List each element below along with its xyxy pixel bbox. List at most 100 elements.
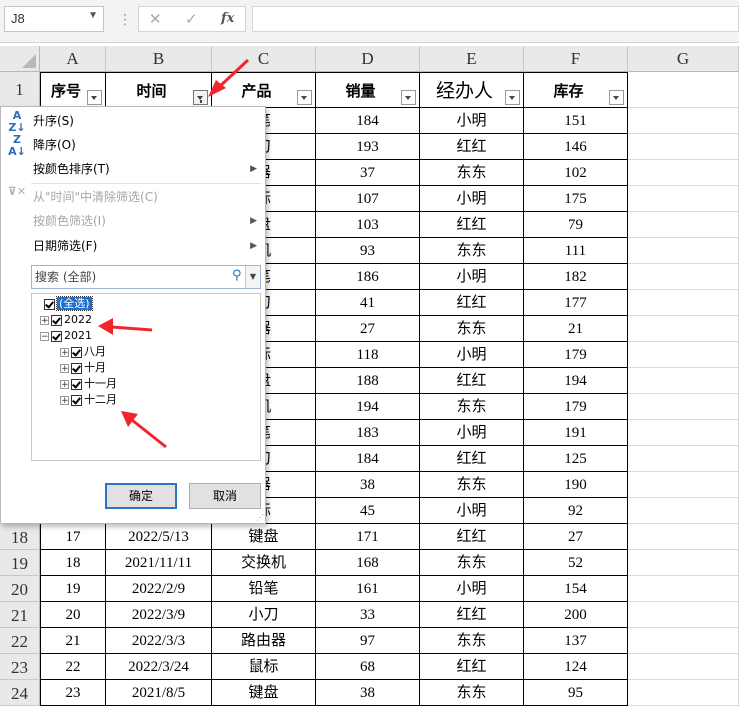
- grid-cell[interactable]: 177: [524, 290, 628, 316]
- grid-cell[interactable]: 东东: [420, 394, 524, 420]
- grid-cell[interactable]: 183: [316, 420, 420, 446]
- grid-cell[interactable]: 东东: [420, 472, 524, 498]
- grid-cell[interactable]: [628, 472, 739, 498]
- expand-icon[interactable]: +: [40, 315, 49, 325]
- grid-cell[interactable]: 97: [316, 628, 420, 654]
- grid-cell[interactable]: 184: [316, 446, 420, 472]
- header-cell[interactable]: 产品: [212, 72, 316, 108]
- filter-dropdown-button[interactable]: [297, 90, 312, 105]
- resize-grip-icon[interactable]: ⋰: [256, 513, 264, 522]
- grid-cell[interactable]: 37: [316, 160, 420, 186]
- grid-cell[interactable]: 东东: [420, 628, 524, 654]
- date-filter-item[interactable]: 日期筛选(F) ▶: [1, 234, 265, 258]
- grid-cell[interactable]: 20: [40, 602, 106, 628]
- grid-cell[interactable]: [628, 498, 739, 524]
- grid-cell[interactable]: [628, 238, 739, 264]
- grid-cell[interactable]: 18: [40, 550, 106, 576]
- grid-cell[interactable]: 小明: [420, 108, 524, 134]
- column-header-c[interactable]: C: [212, 46, 316, 72]
- tree-item-select-all[interactable]: (全选): [44, 296, 93, 312]
- grid-cell[interactable]: 137: [524, 628, 628, 654]
- grid-cell[interactable]: 键盘: [212, 680, 316, 706]
- grid-cell[interactable]: 93: [316, 238, 420, 264]
- column-header-b[interactable]: B: [106, 46, 212, 72]
- sort-ascending-item[interactable]: A Z↓ 升序(S): [1, 109, 265, 134]
- grid-cell[interactable]: 小明: [420, 342, 524, 368]
- grid-cell[interactable]: [628, 212, 739, 238]
- expand-icon[interactable]: +: [60, 395, 69, 405]
- grid-cell[interactable]: 179: [524, 394, 628, 420]
- grid-cell[interactable]: [628, 134, 739, 160]
- grid-cell[interactable]: 194: [524, 368, 628, 394]
- row-header[interactable]: 18: [0, 524, 40, 550]
- grid-cell[interactable]: [628, 680, 739, 706]
- grid-cell[interactable]: 52: [524, 550, 628, 576]
- name-box-dropdown-icon[interactable]: ▼: [88, 10, 98, 21]
- grid-cell[interactable]: 键盘: [212, 524, 316, 550]
- ok-button[interactable]: 确定: [105, 483, 177, 509]
- tree-item-month[interactable]: + 十月: [60, 360, 106, 376]
- grid-cell[interactable]: 161: [316, 576, 420, 602]
- header-cell[interactable]: 库存: [524, 72, 628, 108]
- grid-cell[interactable]: 红红: [420, 212, 524, 238]
- grid-cell[interactable]: 102: [524, 160, 628, 186]
- grid-cell[interactable]: 184: [316, 108, 420, 134]
- grid-cell[interactable]: [628, 290, 739, 316]
- grid-cell[interactable]: [628, 394, 739, 420]
- grid-cell[interactable]: 东东: [420, 316, 524, 342]
- grid-cell[interactable]: [628, 186, 739, 212]
- grid-cell[interactable]: 东东: [420, 160, 524, 186]
- grid-cell[interactable]: 41: [316, 290, 420, 316]
- grid-cell[interactable]: 21: [524, 316, 628, 342]
- grid-cell[interactable]: 2022/5/13: [106, 524, 212, 550]
- formula-input[interactable]: [252, 6, 739, 32]
- grid-cell[interactable]: 小明: [420, 420, 524, 446]
- grid-cell[interactable]: 38: [316, 472, 420, 498]
- grid-cell[interactable]: [628, 72, 739, 108]
- filter-dropdown-button[interactable]: [87, 90, 102, 105]
- grid-cell[interactable]: 交换机: [212, 550, 316, 576]
- grid-cell[interactable]: 红红: [420, 446, 524, 472]
- grid-cell[interactable]: 小刀: [212, 602, 316, 628]
- grid-cell[interactable]: [628, 550, 739, 576]
- grid-cell[interactable]: 107: [316, 186, 420, 212]
- grid-cell[interactable]: 125: [524, 446, 628, 472]
- row-header[interactable]: 21: [0, 602, 40, 628]
- filter-dropdown-button[interactable]: [401, 90, 416, 105]
- grid-cell[interactable]: [628, 602, 739, 628]
- grid-cell[interactable]: 175: [524, 186, 628, 212]
- sort-by-color-item[interactable]: 按颜色排序(T) ▶: [1, 157, 265, 181]
- grid-cell[interactable]: 68: [316, 654, 420, 680]
- grid-cell[interactable]: 191: [524, 420, 628, 446]
- grid-cell[interactable]: 179: [524, 342, 628, 368]
- grid-cell[interactable]: 154: [524, 576, 628, 602]
- grid-cell[interactable]: 190: [524, 472, 628, 498]
- grid-cell[interactable]: 小明: [420, 186, 524, 212]
- column-header-e[interactable]: E: [420, 46, 524, 72]
- row-header[interactable]: 24: [0, 680, 40, 706]
- grid-cell[interactable]: [628, 108, 739, 134]
- grid-cell[interactable]: 188: [316, 368, 420, 394]
- grid-cell[interactable]: 2022/3/24: [106, 654, 212, 680]
- grid-cell[interactable]: [628, 628, 739, 654]
- grid-cell[interactable]: 200: [524, 602, 628, 628]
- row-header[interactable]: 19: [0, 550, 40, 576]
- grid-cell[interactable]: 79: [524, 212, 628, 238]
- checkbox-checked-icon[interactable]: [51, 314, 62, 326]
- grid-cell[interactable]: 118: [316, 342, 420, 368]
- grid-cell[interactable]: 2021/8/5: [106, 680, 212, 706]
- tree-item-month[interactable]: + 十二月: [60, 392, 117, 408]
- header-cell[interactable]: 销量: [316, 72, 420, 108]
- grid-cell[interactable]: 171: [316, 524, 420, 550]
- cancel-icon[interactable]: ✕: [149, 10, 162, 28]
- filter-dropdown-button[interactable]: [609, 90, 624, 105]
- insert-function-icon[interactable]: fx: [221, 11, 234, 26]
- grid-cell[interactable]: 2022/2/9: [106, 576, 212, 602]
- grid-cell[interactable]: 38: [316, 680, 420, 706]
- grid-cell[interactable]: [628, 342, 739, 368]
- grid-cell[interactable]: [628, 654, 739, 680]
- grid-cell[interactable]: 45: [316, 498, 420, 524]
- grid-cell[interactable]: 103: [316, 212, 420, 238]
- tree-item-2021[interactable]: − 2021: [40, 328, 92, 344]
- filter-dropdown-button[interactable]: [505, 90, 520, 105]
